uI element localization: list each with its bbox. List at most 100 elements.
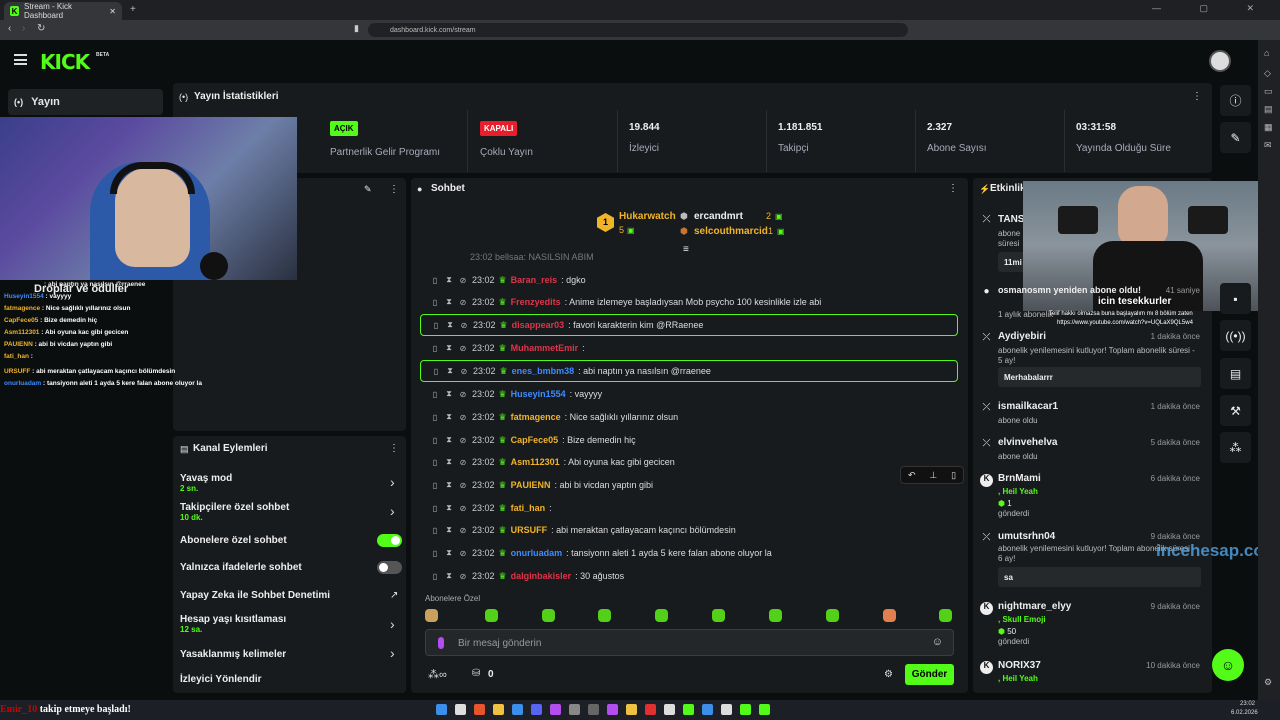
delete-message-icon[interactable]: ▯: [430, 504, 440, 513]
message-username[interactable]: enes_bmbm38: [512, 366, 575, 376]
activity-user[interactable]: ismailkacar1: [998, 401, 1058, 412]
support-chat-button[interactable]: ☺: [1212, 649, 1244, 681]
emote-icon[interactable]: [485, 609, 498, 622]
delete-message-icon[interactable]: ▯: [431, 367, 441, 376]
chat-tool-icon[interactable]: ▪: [1220, 283, 1251, 314]
emote-icon[interactable]: [883, 609, 896, 622]
ban-icon[interactable]: ⊘: [458, 276, 468, 285]
delete-message-icon[interactable]: ▯: [430, 276, 440, 285]
taskbar-app-icon[interactable]: [721, 704, 732, 715]
activity-user[interactable]: elvinvehelva: [998, 437, 1057, 448]
window-controls[interactable]: — ▢ ✕: [1152, 3, 1272, 14]
ban-icon[interactable]: ⊘: [458, 504, 468, 513]
delete-message-icon[interactable]: ▯: [430, 572, 440, 581]
activity-user[interactable]: osmanosmn yeniden abone oldu!: [998, 284, 1148, 296]
ban-icon[interactable]: ⊘: [458, 390, 468, 399]
sidebar-tool-icon[interactable]: ▦: [1264, 122, 1273, 133]
taskbar-app-icon[interactable]: [569, 704, 580, 715]
activity-user[interactable]: umutsrhn04: [998, 531, 1055, 542]
emote-icon[interactable]: [712, 609, 725, 622]
activity-user[interactable]: nightmare_elyy: [998, 601, 1071, 612]
viewer-redirect-item[interactable]: İzleyici Yönlendir: [180, 674, 405, 685]
chat-message[interactable]: ▯ ⧗ ⊘ 23:02 ♛ Huseyin1554: vayyyy: [420, 383, 958, 405]
subs-only-toggle[interactable]: [377, 534, 402, 547]
sidebar-tool-icon[interactable]: ⌂: [1264, 48, 1269, 58]
ban-icon[interactable]: ⊘: [458, 572, 468, 581]
forward-icon[interactable]: ›: [22, 23, 25, 34]
emote-icon[interactable]: [939, 609, 952, 622]
chevron-right-icon[interactable]: ›: [390, 645, 395, 661]
message-username[interactable]: onurluadam: [511, 548, 563, 558]
emote-icon[interactable]: [655, 609, 668, 622]
taskbar-app-icon[interactable]: [550, 704, 561, 715]
ban-icon[interactable]: ⊘: [458, 344, 468, 353]
delete-message-icon[interactable]: ▯: [430, 481, 440, 490]
emotes-only-toggle[interactable]: [377, 561, 402, 574]
timeout-icon[interactable]: ⧗: [444, 480, 454, 490]
chat-message[interactable]: ▯ ⧗ ⊘ 23:02 ♛ dalginbakisler: 30 ağustos: [420, 565, 958, 587]
ban-icon[interactable]: ⊘: [458, 413, 468, 422]
message-username[interactable]: Baran_reis: [511, 275, 558, 285]
settings-gear-icon[interactable]: ⚙: [884, 669, 893, 680]
followers-only-item[interactable]: Takipçilere özel sohbet 10 dk.: [180, 502, 405, 522]
emote-icon[interactable]: [425, 609, 438, 622]
broadcast-tool-icon[interactable]: ((•)): [1220, 320, 1251, 351]
taskbar-app-icon[interactable]: [664, 704, 675, 715]
activity-user[interactable]: NORIX37: [998, 660, 1041, 671]
sidebar-tool-icon[interactable]: ✉: [1264, 140, 1272, 151]
bookmark-icon[interactable]: ▮: [354, 23, 359, 34]
message-username[interactable]: Asm112301: [511, 457, 560, 467]
message-username[interactable]: CapFece05: [511, 435, 559, 445]
taskbar-app-icon[interactable]: [474, 704, 485, 715]
message-username[interactable]: fati_han: [511, 503, 546, 513]
account-age-item[interactable]: Hesap yaşı kısıtlaması 12 sa.: [180, 614, 405, 634]
taskbar-app-icon[interactable]: [493, 704, 504, 715]
message-username[interactable]: MuhammetEmir: [511, 343, 579, 353]
edit-pen-icon[interactable]: ✎: [1220, 122, 1251, 153]
timeout-icon[interactable]: ⧗: [444, 343, 454, 353]
timeout-icon[interactable]: ⧗: [444, 389, 454, 399]
delete-message-icon[interactable]: ▯: [430, 458, 440, 467]
taskbar-app-icon[interactable]: [740, 704, 751, 715]
tab-close-icon[interactable]: ✕: [109, 7, 116, 16]
sidebar-tool-icon[interactable]: ▤: [1264, 104, 1273, 115]
ban-icon[interactable]: ⊘: [459, 321, 469, 330]
taskbar-app-icon[interactable]: [702, 704, 713, 715]
stats-more-icon[interactable]: ⋮: [1192, 91, 1202, 102]
mic-icon[interactable]: [438, 637, 444, 649]
actions-more-icon[interactable]: ⋮: [389, 443, 399, 454]
timeout-icon[interactable]: ⧗: [444, 525, 454, 535]
external-link-icon[interactable]: ↗: [390, 590, 398, 601]
sidebar-tool-icon[interactable]: ▭: [1264, 86, 1273, 97]
message-username[interactable]: fatmagence: [511, 412, 561, 422]
message-username[interactable]: disappear03: [512, 320, 565, 330]
message-username[interactable]: Frenzyedits: [511, 297, 561, 307]
delete-message-icon[interactable]: ▯: [430, 344, 440, 353]
chat-message[interactable]: ▯ ⧗ ⊘ 23:02 ♛ enes_bmbm38: abi naptın ya nası…: [420, 360, 958, 382]
ban-icon[interactable]: ⊘: [458, 436, 468, 445]
delete-message-icon[interactable]: ▯: [430, 298, 440, 307]
taskbar-app-icon[interactable]: [455, 704, 466, 715]
chat-message[interactable]: ▯ ⧗ ⊘ 23:02 ♛ PAUIENN: abi bi vicdan yaptın g…: [420, 474, 958, 496]
chat-message[interactable]: ▯ ⧗ ⊘ 23:02 ♛ disappear03: favori karakterin …: [420, 314, 958, 336]
ai-moderation-item[interactable]: Yapay Zeka ile Sohbet Denetimi: [180, 590, 405, 601]
chat-settings-dots-icon[interactable]: ⁂∞: [428, 668, 447, 681]
ban-icon[interactable]: ⊘: [458, 526, 468, 535]
message-username[interactable]: dalginbakisler: [511, 571, 572, 581]
timeout-icon[interactable]: ⧗: [444, 412, 454, 422]
ban-icon[interactable]: ⊘: [458, 481, 468, 490]
delete-message-icon[interactable]: ▯: [430, 390, 440, 399]
chat-message[interactable]: ▯ ⧗ ⊘ 23:02 ♛ CapFece05: Bize demedin hiç: [420, 429, 958, 451]
delete-message-icon[interactable]: ▯: [431, 321, 441, 330]
chat-message[interactable]: ▯ ⧗ ⊘ 23:02 ♛ Asm112301: Abi oyuna kac gibi g…: [420, 451, 958, 473]
send-button[interactable]: Gönder: [905, 664, 954, 685]
sidebar-tool-icon[interactable]: ◇: [1264, 68, 1271, 79]
info-icon[interactable]: ⓘ: [1220, 85, 1251, 116]
url-field[interactable]: dashboard.kick.com/stream: [368, 23, 908, 37]
message-username[interactable]: PAUIENN: [511, 480, 551, 490]
delete-message-icon[interactable]: ▯: [430, 526, 440, 535]
timeout-icon[interactable]: ⧗: [444, 571, 454, 581]
chat-input[interactable]: Bir mesaj gönderin ☺: [425, 629, 954, 656]
chat-message[interactable]: ▯ ⧗ ⊘ 23:02 ♛ MuhammetEmir:: [420, 337, 958, 359]
gifter-name[interactable]: ercandmrt: [694, 211, 743, 222]
